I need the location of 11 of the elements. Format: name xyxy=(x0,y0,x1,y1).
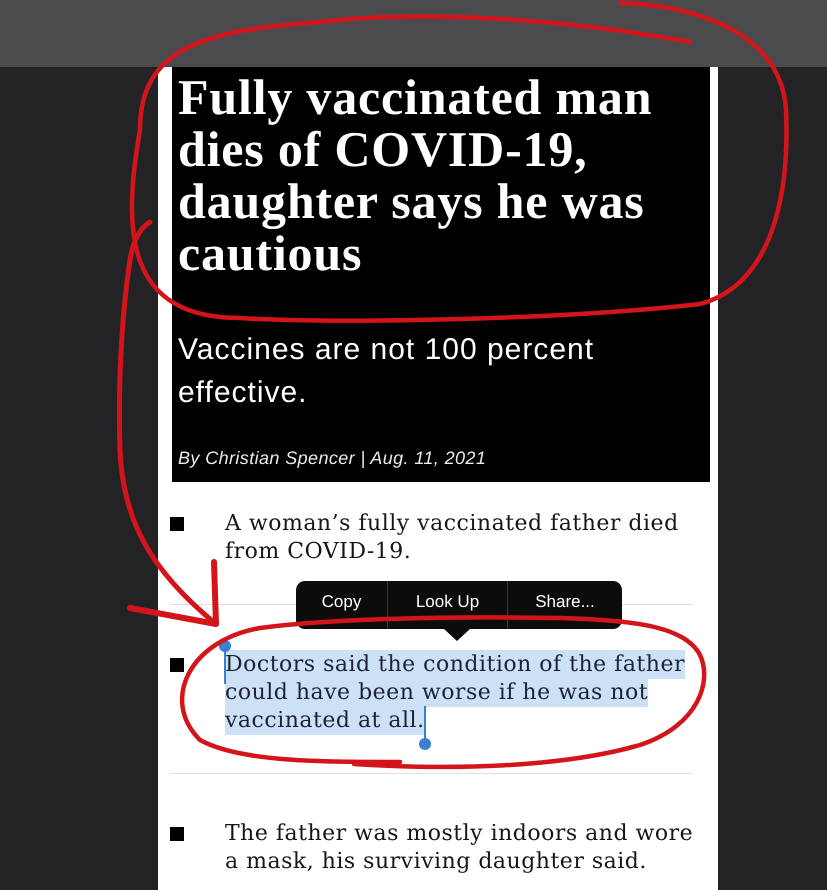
bullet-text: Doctors said the condition of the father could have been worse if he was not vaccinated at all. xyxy=(225,651,686,735)
bullet-text: A woman’s fully vaccinated father died from COVID-19. xyxy=(225,510,680,566)
square-bullet-icon xyxy=(170,517,184,531)
headline: Fully vaccinated man dies of COVID-19, daughter says he was cautious xyxy=(178,71,654,279)
square-bullet-icon xyxy=(170,658,184,672)
menu-item[interactable]: Copy xyxy=(296,581,387,629)
square-bullet-icon xyxy=(170,827,184,841)
bullet-text: The father was mostly indoors and wore a mask, his surviving daughter said. xyxy=(225,820,694,876)
byline: By Christian Spencer | Aug. 11, 2021 xyxy=(178,447,486,469)
menu-item[interactable]: Share... xyxy=(507,581,622,629)
subtitle: Vaccines are not 100 percent effective. xyxy=(178,332,596,411)
